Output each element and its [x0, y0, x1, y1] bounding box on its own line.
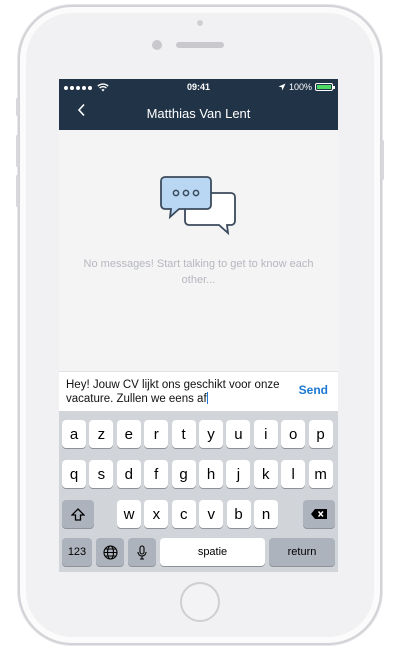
battery-icon	[315, 83, 335, 91]
key-z[interactable]: z	[89, 420, 114, 448]
battery-percent: 100%	[288, 82, 312, 92]
text-caret	[206, 392, 208, 404]
volume-down-button	[16, 175, 19, 207]
key-i[interactable]: i	[253, 420, 278, 448]
key-e[interactable]: e	[116, 420, 141, 448]
key-t[interactable]: t	[171, 420, 196, 448]
key-l[interactable]: l	[281, 460, 306, 488]
globe-key[interactable]	[96, 538, 124, 566]
key-s[interactable]: s	[89, 460, 114, 488]
nav-bar: Matthias Van Lent	[59, 96, 338, 130]
chat-bubbles-icon	[160, 176, 236, 236]
key-h[interactable]: h	[199, 460, 223, 488]
earpiece-speaker	[176, 42, 224, 48]
key-u[interactable]: u	[226, 420, 251, 448]
return-key[interactable]: return	[269, 538, 335, 566]
key-w[interactable]: w	[117, 500, 141, 528]
microphone-icon	[137, 544, 147, 560]
keyboard: 123 spatie return azertyuiop qsdfghjklm wx…	[59, 411, 338, 572]
numbers-key[interactable]: 123	[62, 538, 92, 566]
globe-icon	[102, 544, 118, 560]
key-y[interactable]: y	[199, 420, 223, 448]
key-m[interactable]: m	[308, 460, 333, 488]
message-input-text: Hey! Jouw CV lijkt ons geschikt voor onz…	[66, 379, 280, 405]
key-v[interactable]: v	[199, 500, 224, 528]
location-arrow-icon	[278, 83, 286, 91]
status-right: 100%	[278, 82, 335, 92]
home-button[interactable]	[180, 582, 220, 622]
shift-icon	[71, 507, 85, 521]
key-q[interactable]: q	[62, 460, 86, 488]
delete-key[interactable]	[303, 500, 335, 528]
key-f[interactable]: f	[144, 460, 169, 488]
key-o[interactable]: o	[281, 420, 306, 448]
key-j[interactable]: j	[226, 460, 251, 488]
volume-up-button	[16, 135, 19, 167]
empty-state-message: No messages! Start talking to get to kno…	[83, 258, 314, 286]
front-camera	[152, 40, 162, 50]
front-sensor	[197, 20, 203, 26]
key-k[interactable]: k	[253, 460, 278, 488]
key-b[interactable]: b	[226, 500, 251, 528]
key-p[interactable]: p	[308, 420, 333, 448]
send-button[interactable]: Send	[299, 383, 328, 397]
page-title: Matthias Van Lent	[146, 105, 251, 121]
chevron-left-icon	[77, 103, 85, 117]
space-key[interactable]: spatie	[160, 538, 265, 566]
status-bar: 09:41 100%	[59, 79, 338, 96]
key-r[interactable]: r	[144, 420, 169, 448]
silent-switch	[16, 98, 19, 116]
microphone-key[interactable]	[128, 538, 156, 566]
message-input[interactable]: Hey! Jouw CV lijkt ons geschikt voor onz…	[66, 378, 288, 406]
message-composer: Hey! Jouw CV lijkt ons geschikt voor onz…	[59, 371, 338, 411]
phone-screen: 09:41 100% Matthias Van Lent No messages…	[59, 79, 338, 572]
backspace-icon	[311, 509, 327, 519]
key-n[interactable]: n	[254, 500, 278, 528]
message-list: No messages! Start talking to get to kno…	[59, 130, 338, 371]
key-a[interactable]: a	[62, 420, 86, 448]
key-d[interactable]: d	[116, 460, 141, 488]
power-button	[381, 140, 384, 180]
key-x[interactable]: x	[144, 500, 169, 528]
back-button[interactable]	[77, 103, 86, 122]
key-g[interactable]: g	[171, 460, 196, 488]
shift-key[interactable]	[62, 500, 94, 528]
key-c[interactable]: c	[171, 500, 196, 528]
